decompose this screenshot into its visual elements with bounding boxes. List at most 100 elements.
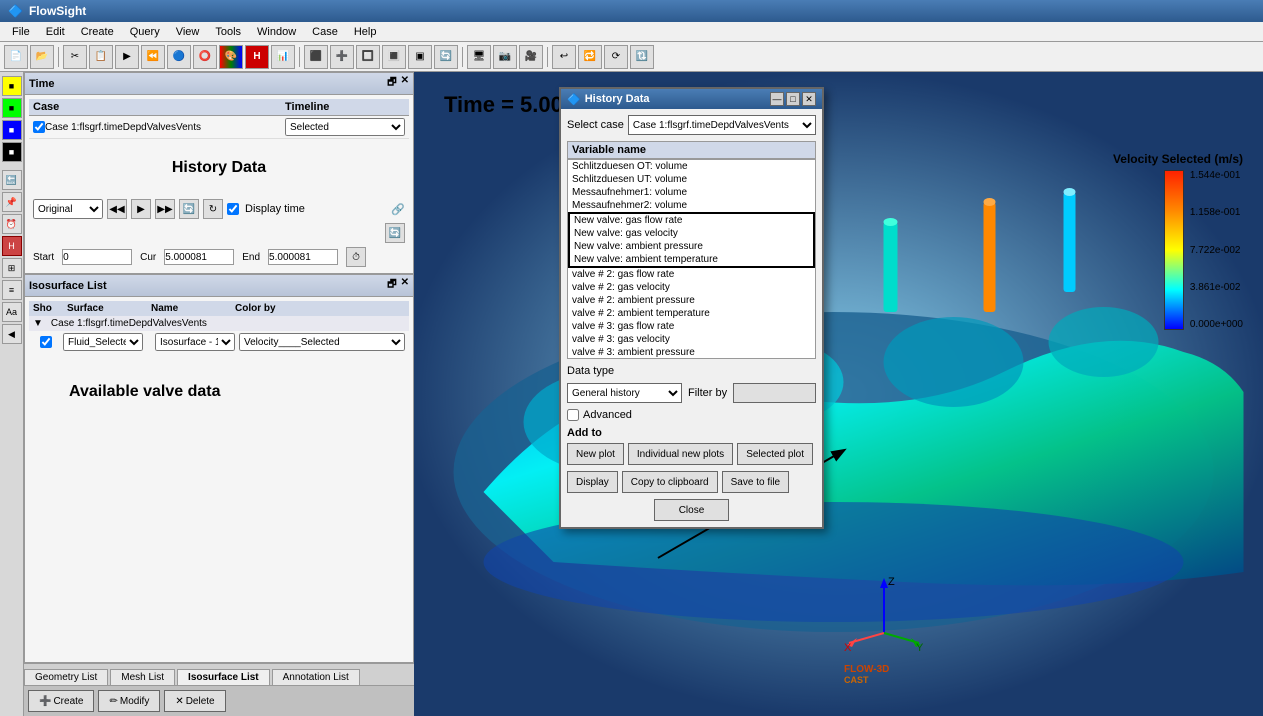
iso-panel-restore[interactable]: 🗗 (387, 277, 396, 294)
toolbar-b2[interactable]: ⏪ (141, 45, 165, 69)
individual-plots-btn[interactable]: Individual new plots (628, 443, 733, 465)
filter-by-btn[interactable] (733, 383, 816, 403)
icon-blue[interactable]: ■ (2, 120, 22, 140)
copy-clipboard-btn[interactable]: Copy to clipboard (622, 471, 718, 493)
end-input[interactable] (268, 249, 338, 265)
toolbar-hist[interactable]: H (245, 45, 269, 69)
iso-case-expand[interactable]: ▼ (33, 318, 43, 329)
toolbar-open[interactable]: 📂 (30, 45, 54, 69)
cur-input[interactable] (164, 249, 234, 265)
var-item-4[interactable]: New valve: gas flow rate (570, 214, 813, 227)
select-case-combo[interactable]: Case 1:flsgrf.timeDepdValvesVents (628, 115, 816, 135)
menu-tools[interactable]: Tools (207, 24, 249, 40)
menu-help[interactable]: Help (346, 24, 385, 40)
var-item-5[interactable]: New valve: gas velocity (570, 227, 813, 240)
toolbar-b19[interactable]: 🔃 (630, 45, 654, 69)
icon-nav1[interactable]: 🔙 (2, 170, 22, 190)
toolbar-new[interactable]: 📄 (4, 45, 28, 69)
close-btn[interactable]: Close (654, 499, 730, 521)
playback-mode-select[interactable]: Original (33, 199, 103, 219)
data-type-combo[interactable]: General history (567, 383, 682, 403)
iso-name-select[interactable]: Isosurface - 1 (155, 333, 235, 351)
play-prev[interactable]: ◀◀ (107, 199, 127, 219)
create-btn[interactable]: ➕ Create (28, 690, 94, 712)
var-item-9[interactable]: valve # 2: gas velocity (568, 281, 815, 294)
icon-nav2[interactable]: 📌 (2, 192, 22, 212)
case-checkbox[interactable] (33, 121, 45, 133)
icon-colors[interactable]: ■ (2, 76, 22, 96)
icon-nav3[interactable]: ⏰ (2, 214, 22, 234)
icon-history[interactable]: H (2, 236, 22, 256)
toolbar-b8[interactable]: ➕ (330, 45, 354, 69)
start-input[interactable] (62, 249, 132, 265)
tab-mesh[interactable]: Mesh List (110, 669, 175, 685)
menu-file[interactable]: File (4, 24, 38, 40)
icon-text[interactable]: Aa (2, 302, 22, 322)
var-item-12[interactable]: valve # 3: gas flow rate (568, 320, 815, 333)
var-list[interactable]: Schlitzduesen OT: volume Schlitzduesen U… (567, 159, 816, 359)
display-btn[interactable]: Display (567, 471, 618, 493)
refresh-btn[interactable]: 🔄 (385, 223, 405, 243)
toolbar-b13[interactable]: 🖥 (467, 45, 491, 69)
selected-plot-btn[interactable]: Selected plot (737, 443, 813, 465)
play-loop2[interactable]: ↻ (203, 199, 223, 219)
icon-green[interactable]: ■ (2, 98, 22, 118)
toolbar-b9[interactable]: 🔲 (356, 45, 380, 69)
delete-btn[interactable]: ✕ Delete (164, 690, 225, 712)
var-item-3[interactable]: Messaufnehmer2: volume (568, 199, 815, 212)
save-file-btn[interactable]: Save to file (722, 471, 789, 493)
tab-geometry[interactable]: Geometry List (24, 669, 108, 685)
menu-edit[interactable]: Edit (38, 24, 73, 40)
toolbar-color[interactable]: 🎨 (219, 45, 243, 69)
var-item-selected-group[interactable]: New valve: gas flow rate New valve: gas … (568, 212, 815, 268)
iso-surface-select[interactable]: Fluid_Selecte (63, 333, 143, 351)
new-plot-btn[interactable]: New plot (567, 443, 624, 465)
toolbar-b10[interactable]: 🔳 (382, 45, 406, 69)
menu-case[interactable]: Case (304, 24, 346, 40)
toolbar-b16[interactable]: ↩ (552, 45, 576, 69)
iso-color-select[interactable]: Velocity____Selected (239, 333, 405, 351)
play-loop[interactable]: 🔄 (179, 199, 199, 219)
var-item-11[interactable]: valve # 2: ambient temperature (568, 307, 815, 320)
time-panel-restore[interactable]: 🗗 (387, 75, 396, 92)
toolbar-b15[interactable]: 🎥 (519, 45, 543, 69)
play-btn[interactable]: ▶ (131, 199, 151, 219)
var-item-6[interactable]: New valve: ambient pressure (570, 240, 813, 253)
dialog-minimize[interactable]: — (770, 92, 784, 106)
var-item-14[interactable]: valve # 3: ambient pressure (568, 346, 815, 359)
tab-annotation[interactable]: Annotation List (272, 669, 360, 685)
advanced-checkbox[interactable] (567, 409, 579, 421)
var-item-10[interactable]: valve # 2: ambient pressure (568, 294, 815, 307)
var-item-2[interactable]: Messaufnehmer1: volume (568, 186, 815, 199)
iso-panel-close[interactable]: ✕ (401, 277, 409, 294)
display-time-checkbox[interactable] (227, 203, 239, 215)
play-next[interactable]: ▶▶ (155, 199, 175, 219)
toolbar-b4[interactable]: ⭕ (193, 45, 217, 69)
toolbar-b7[interactable]: ⬛ (304, 45, 328, 69)
dialog-maximize[interactable]: □ (786, 92, 800, 106)
menu-query[interactable]: Query (122, 24, 168, 40)
menu-window[interactable]: Window (249, 24, 304, 40)
var-item-13[interactable]: valve # 3: gas velocity (568, 333, 815, 346)
set-time-btn[interactable]: ⏱ (346, 247, 366, 267)
toolbar-b14[interactable]: 📷 (493, 45, 517, 69)
tab-isosurface[interactable]: Isosurface List (177, 669, 270, 685)
var-item-8[interactable]: valve # 2: gas flow rate (568, 268, 815, 281)
toolbar-b1[interactable]: ▶ (115, 45, 139, 69)
toolbar-b6[interactable]: 📊 (271, 45, 295, 69)
var-item-0[interactable]: Schlitzduesen OT: volume (568, 160, 815, 173)
var-item-1[interactable]: Schlitzduesen UT: volume (568, 173, 815, 186)
icon-list[interactable]: ≡ (2, 280, 22, 300)
modify-btn[interactable]: ✏ Modify (98, 690, 160, 712)
toolbar-b17[interactable]: 🔁 (578, 45, 602, 69)
icon-grid[interactable]: ⊞ (2, 258, 22, 278)
toolbar-b11[interactable]: ▣ (408, 45, 432, 69)
timeline-select[interactable]: Selected (285, 118, 405, 136)
icon-nav4[interactable]: ◀ (2, 324, 22, 344)
toolbar-b12[interactable]: 🔄 (434, 45, 458, 69)
icon-black[interactable]: ■ (2, 142, 22, 162)
toolbar-cut[interactable]: ✂ (63, 45, 87, 69)
dialog-close-btn[interactable]: ✕ (802, 92, 816, 106)
time-panel-close[interactable]: ✕ (401, 75, 409, 92)
iso-visible-checkbox[interactable] (33, 336, 59, 348)
